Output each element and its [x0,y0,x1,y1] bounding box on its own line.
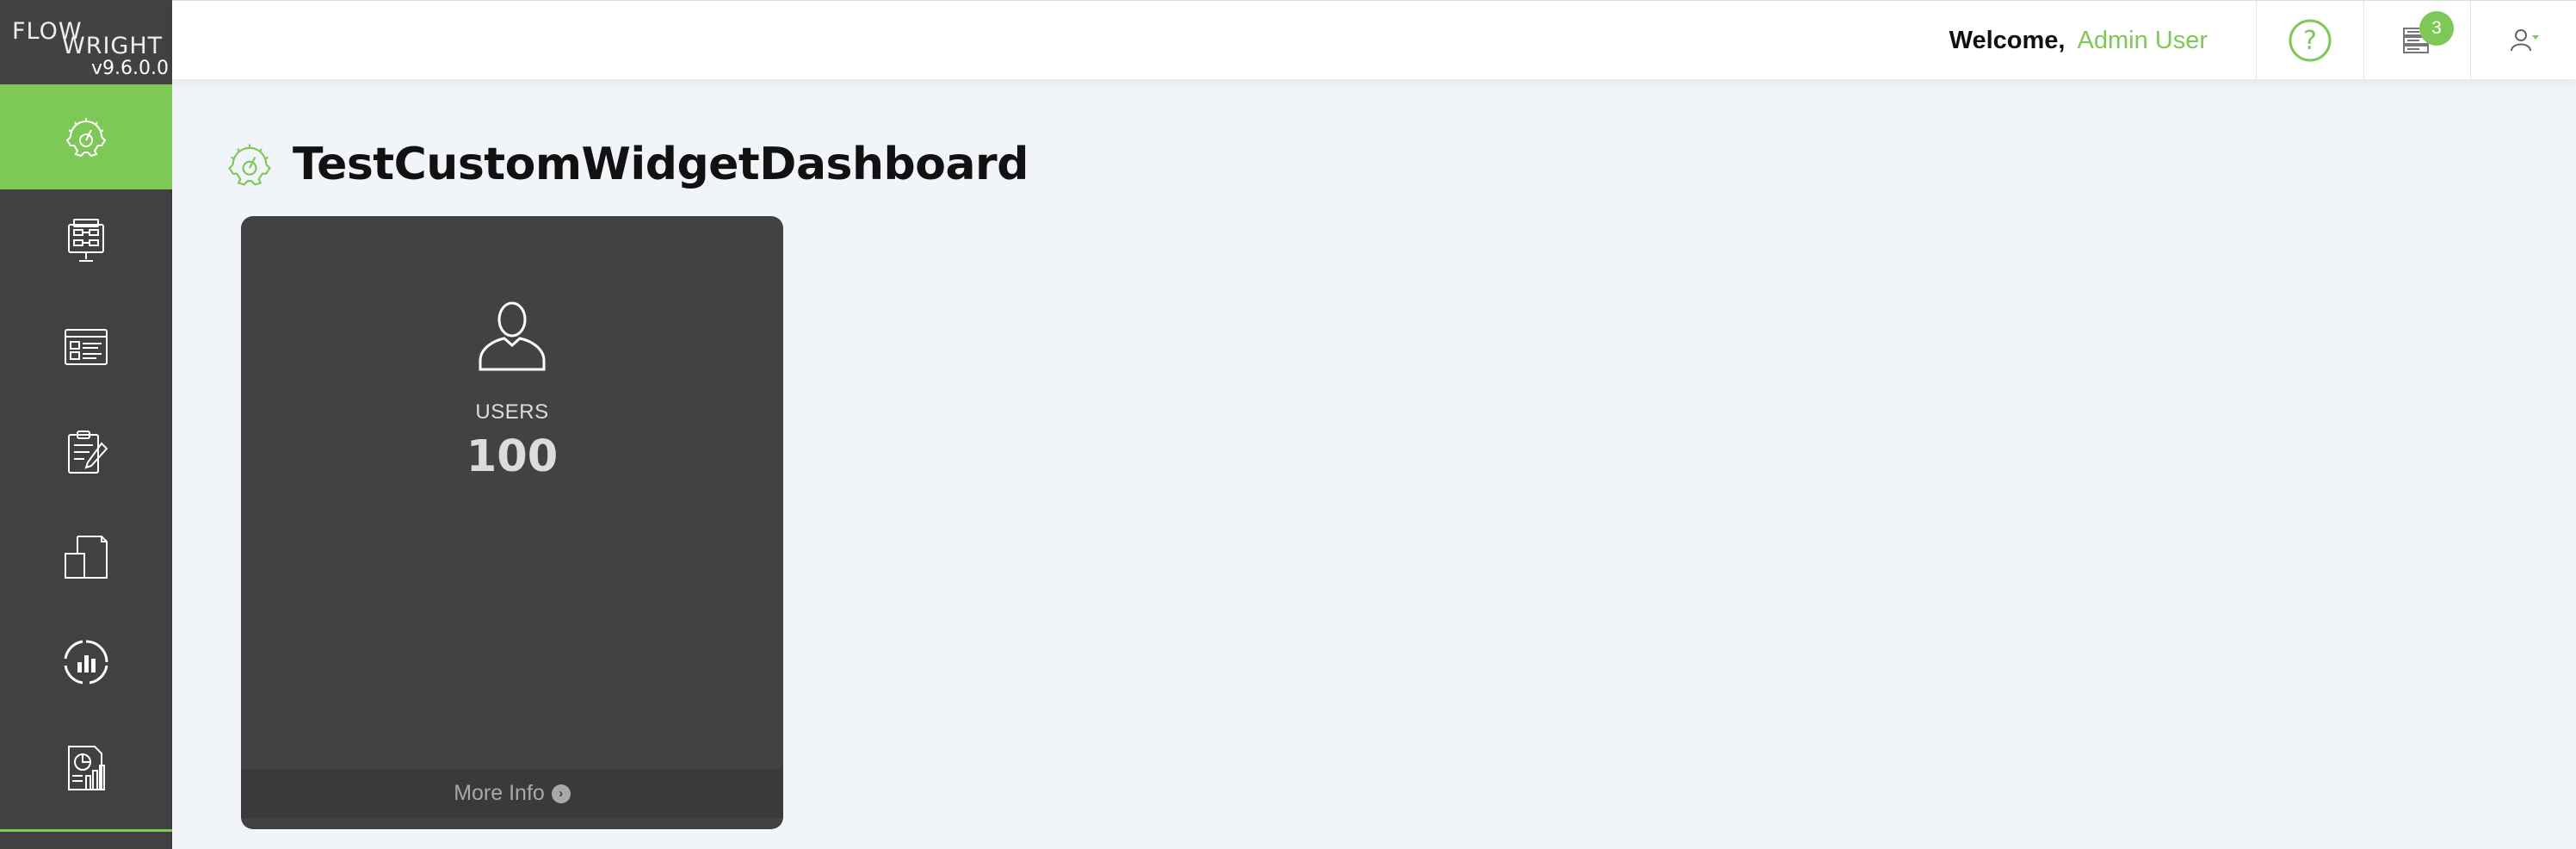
top-header: Welcome, Admin User ? 3 [172,0,2576,80]
app-version: v9.6.0.0 [91,58,169,79]
svg-text:?: ? [2303,26,2317,56]
sidebar-item-analytics[interactable] [0,610,172,715]
user-menu-button[interactable] [2471,1,2576,80]
reports-icon [68,746,105,790]
dashboard-gear-icon [228,144,271,186]
sidebar: FLOW WRIGHT v9.6.0.0 [0,0,172,849]
notifications-button[interactable]: 3 [2364,1,2471,80]
user-name[interactable]: Admin User [2078,27,2208,55]
chevron-right-icon: › [551,784,571,803]
notification-badge: 3 [2419,11,2454,46]
sidebar-item-documents[interactable] [0,505,172,610]
more-info-label: More Info [454,781,545,805]
sidebar-item-process-design[interactable] [0,189,172,294]
user-icon [479,301,546,371]
forms-icon [65,329,108,365]
help-button[interactable]: ? [2257,1,2363,80]
sidebar-item-dashboard[interactable] [0,84,172,189]
welcome-message: Welcome, Admin User [1949,1,2208,80]
widget-label: USERS [475,400,549,424]
documents-icon [65,536,108,579]
page-header: TestCustomWidgetDashboard [222,136,1029,193]
tasks-edit-icon [68,431,108,474]
process-design-icon [68,219,104,262]
welcome-label: Welcome, [1949,26,2066,54]
widget-value: 100 [466,431,559,482]
user-menu-icon [2511,29,2539,52]
help-icon: ? [2289,19,2332,62]
analytics-icon [64,640,108,685]
sidebar-active-indicator [0,829,172,832]
sidebar-item-tasks[interactable] [0,400,172,505]
sidebar-item-reports[interactable] [0,715,172,820]
dashboard-gear-icon [65,118,107,158]
app-logo[interactable]: FLOW WRIGHT v9.6.0.0 [0,0,172,84]
page-title: TestCustomWidgetDashboard [293,139,1029,190]
more-info-link[interactable]: More Info › [241,769,783,818]
logo-text-wright: WRIGHT [62,33,164,59]
sidebar-item-forms[interactable] [0,294,172,400]
users-widget: USERS 100 More Info › [241,216,783,829]
